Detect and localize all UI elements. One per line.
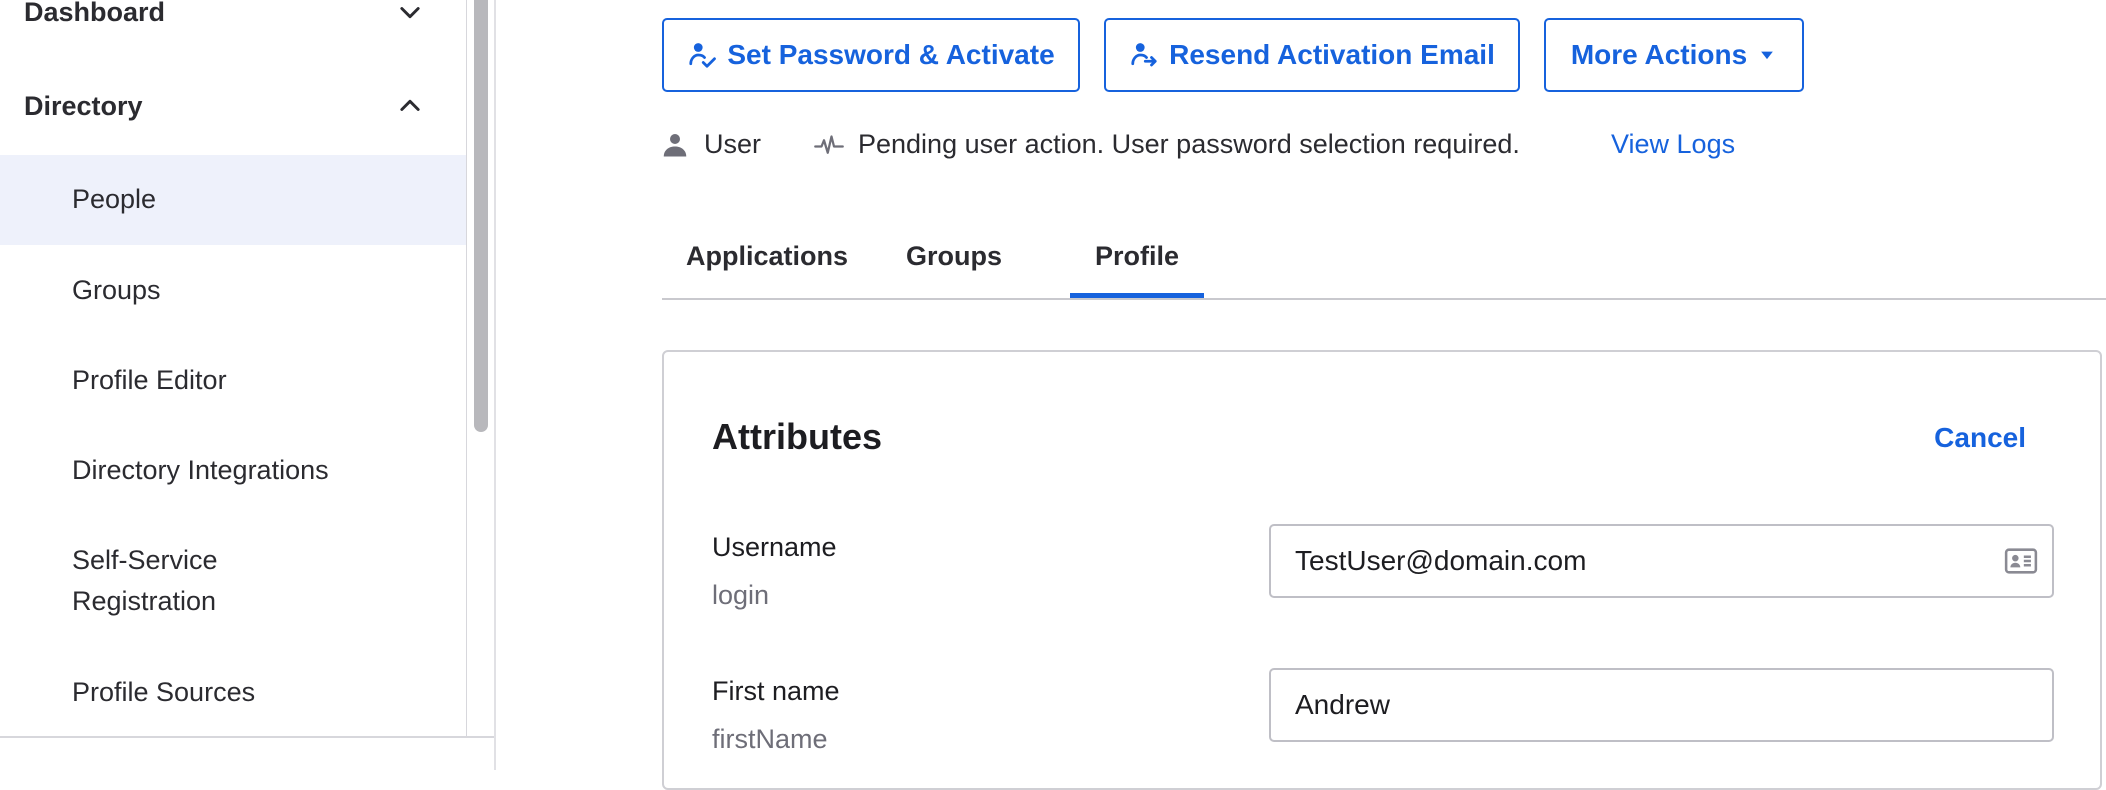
button-label: Resend Activation Email: [1169, 39, 1495, 70]
more-actions-button[interactable]: More Actions: [1544, 18, 1804, 92]
sidebar-item-label: Directory Integrations: [72, 455, 329, 485]
sidebar-item-label: Profile Sources: [72, 677, 256, 707]
chevron-up-icon: [400, 99, 420, 111]
nav-section-label: Dashboard: [24, 0, 166, 27]
sidebar-scrollbar[interactable]: [474, 0, 488, 432]
content-divider: [494, 0, 496, 770]
sidebar-item-label: Profile Editor: [72, 365, 227, 395]
sidebar-nav: Dashboard Directory People Groups Profil…: [0, 0, 467, 736]
username-input[interactable]: [1269, 524, 2054, 598]
activity-icon: [814, 135, 844, 154]
sidebar-item-groups[interactable]: Groups: [0, 270, 466, 311]
button-label: More Actions: [1570, 39, 1748, 70]
username-label: Username: [712, 532, 837, 562]
sidebar-item-label: People: [72, 184, 157, 214]
set-password-activate-button[interactable]: Set Password & Activate: [662, 18, 1080, 92]
button-label: Set Password & Activate: [727, 39, 1055, 70]
contact-card-icon[interactable]: [2004, 544, 2038, 578]
nav-section-dashboard[interactable]: Dashboard: [24, 0, 424, 42]
profile-tabs: Applications Groups Profile: [662, 228, 2106, 300]
cancel-button[interactable]: Cancel: [1934, 422, 2026, 454]
nav-section-directory[interactable]: Directory: [24, 76, 424, 136]
nav-section-label: Directory: [24, 90, 143, 121]
tab-label: Applications: [685, 241, 848, 271]
first-name-key: firstName: [712, 724, 828, 754]
sidebar-item-self-service-registration[interactable]: Self-Service Registration: [0, 540, 320, 622]
sidebar-item-directory-integrations[interactable]: Directory Integrations: [0, 450, 466, 491]
user-check-icon: [689, 43, 717, 68]
view-logs-link[interactable]: View Logs: [1611, 124, 1735, 164]
user-icon: [663, 134, 687, 157]
resend-activation-email-button[interactable]: Resend Activation Email: [1104, 18, 1520, 92]
sidebar-item-profile-editor[interactable]: Profile Editor: [0, 360, 466, 401]
sidebar-item-label: Groups: [72, 275, 161, 305]
status-message-text: Pending user action. User password selec…: [858, 128, 1520, 159]
first-name-label: First name: [712, 676, 840, 706]
tab-label: Groups: [905, 241, 1002, 271]
tab-groups[interactable]: Groups: [894, 228, 1014, 298]
attributes-card: Attributes Cancel Username login First n…: [662, 350, 2102, 790]
first-name-input[interactable]: [1269, 668, 2054, 742]
sidebar-divider: [0, 736, 494, 738]
card-title: Attributes: [712, 416, 882, 457]
user-type-status: User: [660, 124, 761, 164]
tab-profile[interactable]: Profile: [1070, 228, 1204, 298]
user-type-label: User: [704, 128, 762, 159]
tab-label: Profile: [1094, 241, 1180, 271]
user-status-message: Pending user action. User password selec…: [814, 124, 1520, 164]
chevron-down-icon: [400, 7, 420, 19]
username-key: login: [712, 580, 770, 610]
sidebar-item-profile-sources[interactable]: Profile Sources: [0, 672, 466, 713]
sidebar-item-label: Self-Service Registration: [72, 545, 218, 616]
tab-applications[interactable]: Applications: [662, 228, 872, 298]
user-arrow-icon: [1131, 43, 1157, 67]
sidebar-item-people[interactable]: People: [0, 155, 466, 245]
caret-down-icon: [1761, 51, 1773, 60]
